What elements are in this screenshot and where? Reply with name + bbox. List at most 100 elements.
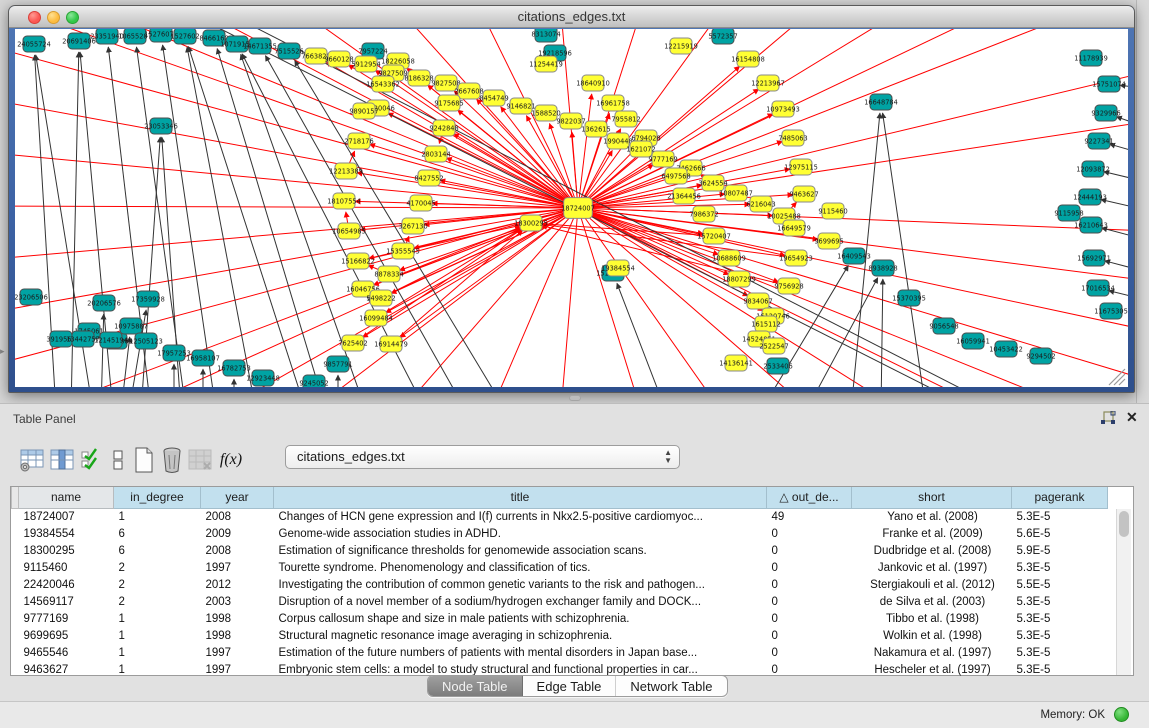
table-cell[interactable]: 5.5E-5 bbox=[1012, 576, 1108, 593]
graph-node[interactable]: 6216043 bbox=[746, 196, 775, 212]
table-cell[interactable]: Tibbo et al. (1998) bbox=[852, 610, 1012, 627]
table-cell[interactable]: 5.3E-5 bbox=[1012, 610, 1108, 627]
graph-node[interactable]: 9175685 bbox=[434, 95, 463, 111]
graph-node[interactable]: 7955812 bbox=[611, 111, 640, 127]
table-cell[interactable]: 0 bbox=[767, 627, 852, 644]
graph-node[interactable]: 16961758 bbox=[596, 95, 630, 111]
table-cell[interactable]: 9699695 bbox=[19, 627, 114, 644]
graph-node[interactable]: 23053346 bbox=[144, 118, 178, 134]
column-header-out_de[interactable]: △ out_de... bbox=[767, 487, 852, 508]
table-cell[interactable]: 5.3E-5 bbox=[1012, 593, 1108, 610]
graph-node[interactable]: 9756928 bbox=[774, 278, 803, 294]
graph-node[interactable]: 15692971 bbox=[1077, 250, 1111, 266]
graph-node[interactable]: 1527602 bbox=[170, 29, 199, 44]
network-canvas[interactable]: 2405572420691406233519401065528715276077… bbox=[15, 29, 1128, 387]
graph-node[interactable]: 9245052 bbox=[299, 375, 328, 387]
table-cell[interactable]: 1 bbox=[114, 661, 201, 678]
table-cell[interactable]: 1997 bbox=[201, 661, 274, 678]
table-cell[interactable]: 9777169 bbox=[19, 610, 114, 627]
table-cell[interactable]: Disruption of a novel member of a sodium… bbox=[274, 593, 767, 610]
graph-node[interactable]: 18724007 bbox=[561, 198, 595, 219]
delete-table-icon[interactable] bbox=[186, 444, 213, 475]
table-cell[interactable]: 0 bbox=[767, 576, 852, 593]
table-cell[interactable]: Yano et al. (2008) bbox=[852, 508, 1012, 525]
table-cell[interactable]: 0 bbox=[767, 661, 852, 678]
graph-node[interactable]: 11178939 bbox=[1074, 50, 1108, 66]
table-cell[interactable]: 0 bbox=[767, 593, 852, 610]
table-vertical-scrollbar[interactable] bbox=[1116, 509, 1131, 675]
graph-node[interactable]: 8454749 bbox=[479, 90, 508, 106]
graph-node[interactable]: 12505123 bbox=[129, 333, 163, 349]
table-cell[interactable]: 5.3E-5 bbox=[1012, 627, 1108, 644]
graph-node[interactable]: 16059941 bbox=[956, 333, 990, 349]
graph-node[interactable]: 8938928 bbox=[868, 260, 897, 276]
column-header-short[interactable]: short bbox=[852, 487, 1012, 508]
column-header-title[interactable]: title bbox=[274, 487, 767, 508]
graph-node[interactable]: 9857791 bbox=[323, 356, 352, 372]
graph-node[interactable]: 17016534 bbox=[1081, 280, 1115, 296]
table-cell[interactable]: Wolkin et al. (1998) bbox=[852, 627, 1012, 644]
table-cell[interactable]: 18724007 bbox=[19, 508, 114, 525]
window-titlebar[interactable]: citations_edges.txt bbox=[9, 6, 1134, 28]
graph-node[interactable]: 9777169 bbox=[648, 151, 677, 167]
graph-node[interactable]: 9242848 bbox=[429, 120, 458, 136]
graph-node[interactable]: 9227341 bbox=[1084, 133, 1113, 149]
graph-node[interactable]: 16154808 bbox=[731, 51, 765, 67]
table-cell[interactable]: 1997 bbox=[201, 644, 274, 661]
table-cell[interactable]: 2009 bbox=[201, 525, 274, 542]
graph-node[interactable]: 10453422 bbox=[989, 341, 1023, 357]
table-cell[interactable]: 2 bbox=[114, 559, 201, 576]
table-cell[interactable]: Franke et al. (2009) bbox=[852, 525, 1012, 542]
table-cell[interactable]: 0 bbox=[767, 644, 852, 661]
divider-grip-icon[interactable] bbox=[569, 395, 581, 401]
table-cell[interactable]: Genome-wide association studies in ADHD. bbox=[274, 525, 767, 542]
table-cell[interactable]: 6 bbox=[114, 542, 201, 559]
table-row[interactable]: 1456911722003Disruption of a novel membe… bbox=[12, 593, 1108, 610]
graph-node[interactable]: 16099484 bbox=[359, 310, 393, 326]
tab-edge-table[interactable]: Edge Table bbox=[523, 676, 617, 696]
table-cell[interactable]: 14569117 bbox=[19, 593, 114, 610]
graph-node[interactable]: 5498222 bbox=[366, 290, 395, 306]
graph-node[interactable]: 1615112 bbox=[751, 316, 780, 332]
graph-node[interactable]: 9115958 bbox=[1054, 205, 1083, 221]
column-header-in_degree[interactable]: in_degree bbox=[114, 487, 201, 508]
graph-node[interactable]: 8313074 bbox=[531, 29, 560, 42]
table-cell[interactable]: 6 bbox=[114, 525, 201, 542]
graph-node[interactable]: 6497568 bbox=[661, 168, 690, 184]
table-cell[interactable]: Nakamura et al. (1997) bbox=[852, 644, 1012, 661]
graph-node[interactable]: 8186328 bbox=[404, 70, 433, 86]
table-cell[interactable]: 18300295 bbox=[19, 542, 114, 559]
graph-node[interactable]: 16648784 bbox=[864, 94, 898, 110]
graph-node[interactable]: 9890157 bbox=[349, 103, 378, 119]
table-row[interactable]: 1830029562008Estimation of significance … bbox=[12, 542, 1108, 559]
column-header-pagerank[interactable]: pagerank bbox=[1012, 487, 1108, 508]
graph-node[interactable]: 8878334 bbox=[374, 266, 403, 282]
graph-node[interactable]: 2533406 bbox=[763, 358, 792, 374]
graph-node[interactable]: 2718176 bbox=[344, 133, 373, 149]
table-cell[interactable]: 9115460 bbox=[19, 559, 114, 576]
table-cell[interactable]: 9465546 bbox=[19, 644, 114, 661]
canvas-resize-grip-icon[interactable] bbox=[1109, 369, 1125, 385]
float-panel-icon[interactable] bbox=[1100, 411, 1116, 425]
rows-icon[interactable] bbox=[104, 444, 131, 475]
table-cell[interactable]: 2 bbox=[114, 593, 201, 610]
table-cell[interactable]: 49 bbox=[767, 508, 852, 525]
table-row[interactable]: 1938455462009Genome-wide association stu… bbox=[12, 525, 1108, 542]
table-row[interactable]: 911546021997Tourette syndrome. Phenomeno… bbox=[12, 559, 1108, 576]
graph-node[interactable]: 18107554 bbox=[327, 193, 361, 209]
table-cell[interactable]: 5.9E-5 bbox=[1012, 542, 1108, 559]
table-cell[interactable]: 0 bbox=[767, 610, 852, 627]
delete-column-icon[interactable] bbox=[158, 444, 185, 475]
graph-node[interactable]: 9294502 bbox=[1026, 348, 1055, 364]
graph-node[interactable]: 16914479 bbox=[374, 336, 408, 352]
graph-node[interactable]: 9463627 bbox=[789, 186, 818, 202]
table-cell[interactable]: 5.3E-5 bbox=[1012, 559, 1108, 576]
graph-node[interactable]: 18640910 bbox=[576, 75, 610, 91]
table-cell[interactable]: Stergiakouli et al. (2012) bbox=[852, 576, 1012, 593]
graph-node[interactable]: 9329966 bbox=[1091, 105, 1120, 121]
table-cell[interactable]: 1 bbox=[114, 644, 201, 661]
graph-node[interactable]: 9115460 bbox=[818, 203, 847, 219]
graph-node[interactable]: 7625402 bbox=[338, 335, 367, 351]
table-cell[interactable]: 5.3E-5 bbox=[1012, 644, 1108, 661]
graph-node[interactable]: 4170045 bbox=[406, 195, 435, 211]
